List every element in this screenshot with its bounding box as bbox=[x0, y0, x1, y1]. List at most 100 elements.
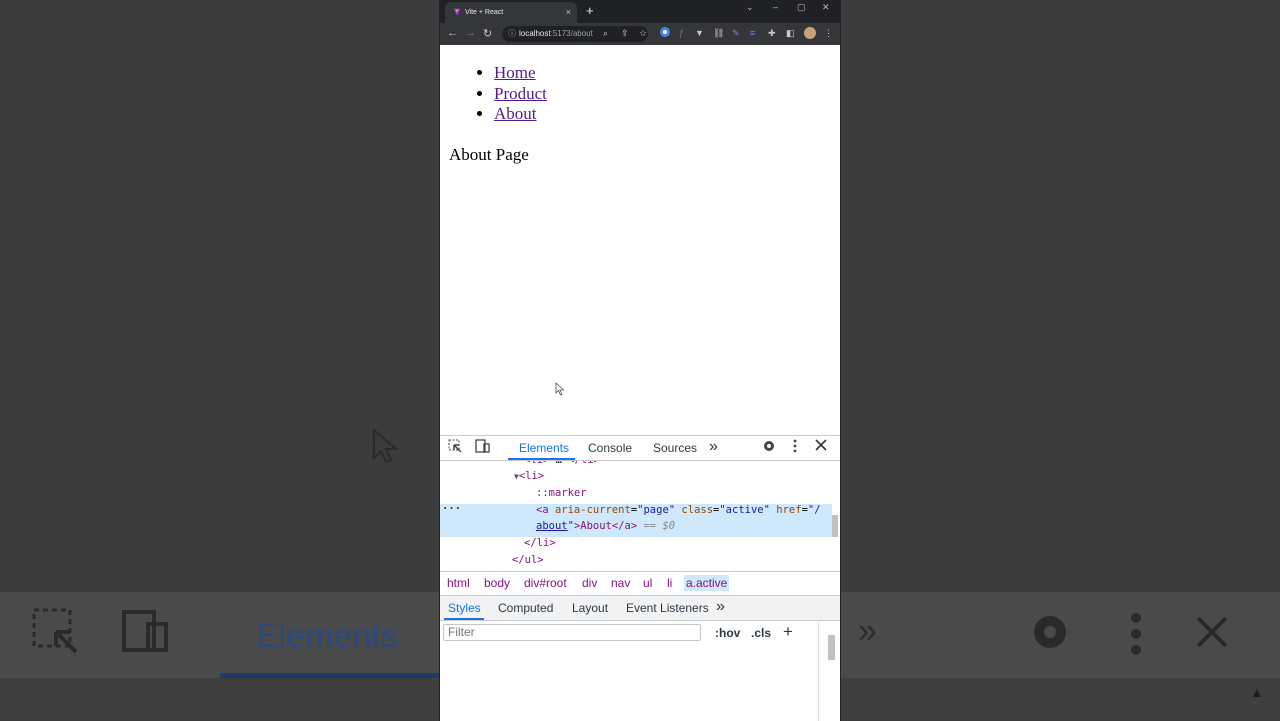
devtools-menu-icon[interactable] bbox=[792, 439, 798, 456]
styles-scrollbar[interactable] bbox=[827, 626, 835, 721]
dom-line-partial: <li> … </li> bbox=[524, 461, 600, 466]
dom-tree: <li> … </li> ▼<li> ::marker ··· <a aria-… bbox=[440, 461, 832, 569]
a-text: >About</a> bbox=[573, 520, 638, 532]
background-more-icon: » bbox=[858, 612, 877, 650]
tab-elements[interactable]: Elements bbox=[519, 441, 569, 455]
tab-close-icon[interactable]: × bbox=[566, 2, 571, 23]
background-kebab-icon bbox=[1128, 612, 1144, 665]
subtab-more-icon[interactable]: » bbox=[716, 598, 725, 616]
nav-link-home[interactable]: Home bbox=[494, 63, 536, 82]
site-info-icon[interactable]: ⓘ bbox=[508, 26, 516, 42]
crumb-a-active[interactable]: a.active bbox=[684, 575, 730, 591]
subtab-underline bbox=[444, 618, 484, 620]
subtab-event-listeners[interactable]: Event Listeners bbox=[626, 601, 709, 615]
page-viewport: Home Product About About Page bbox=[440, 45, 840, 435]
maximize-button[interactable]: ▢ bbox=[797, 2, 806, 13]
extension-f-icon[interactable]: ƒ bbox=[679, 28, 684, 38]
dom-line-li-close[interactable]: </li> bbox=[524, 537, 556, 549]
background-close-icon bbox=[1194, 614, 1230, 659]
device-toolbar-icon[interactable] bbox=[475, 439, 491, 456]
tab-sources[interactable]: Sources bbox=[653, 441, 697, 455]
share-icon[interactable]: ⇪ bbox=[621, 28, 629, 39]
crumb-div[interactable]: div bbox=[582, 576, 597, 590]
new-tab-button[interactable]: + bbox=[586, 3, 594, 18]
profile-avatar[interactable] bbox=[804, 27, 816, 41]
vite-favicon-icon bbox=[453, 8, 461, 16]
window-close-button[interactable]: ✕ bbox=[822, 2, 830, 13]
styles-divider bbox=[818, 622, 819, 721]
val-class: "active" bbox=[719, 504, 770, 516]
styles-filter-input[interactable] bbox=[443, 624, 701, 641]
attr-class: class bbox=[681, 504, 714, 516]
page-heading: About Page bbox=[449, 145, 529, 164]
extension-pen-icon[interactable]: ✎ bbox=[732, 28, 740, 39]
dom-line-anchor[interactable]: <a aria-current="page" class="active" hr… bbox=[536, 504, 821, 516]
side-panel-icon[interactable]: ◧ bbox=[786, 28, 795, 39]
hov-toggle[interactable]: :hov bbox=[715, 626, 740, 640]
nav-item-product: Product bbox=[494, 84, 547, 105]
extension-circle-icon[interactable] bbox=[659, 26, 671, 40]
browser-window: Vite + React × + ⌄ – ▢ ✕ ← → ↻ ⓘ localho… bbox=[440, 0, 840, 721]
browser-menu-icon[interactable]: ⋮ bbox=[824, 28, 833, 39]
crumb-nav[interactable]: nav bbox=[611, 576, 630, 590]
crumb-li[interactable]: li bbox=[667, 576, 672, 590]
settings-gear-icon[interactable] bbox=[762, 439, 776, 456]
background-cursor-icon bbox=[372, 427, 400, 473]
zoom-icon[interactable]: ⌕ bbox=[603, 28, 608, 39]
subtab-styles[interactable]: Styles bbox=[448, 601, 481, 615]
bookmark-star-icon[interactable]: ☆ bbox=[639, 28, 647, 39]
crumb-div-root[interactable]: div#root bbox=[524, 576, 567, 590]
dom-scrollbar[interactable] bbox=[832, 461, 838, 569]
styles-filter-bar: :hov .cls + bbox=[440, 622, 820, 646]
extensions-puzzle-icon[interactable]: ✚ bbox=[768, 28, 776, 39]
val-aria-current: "page" bbox=[637, 504, 676, 516]
background-gear-icon bbox=[1026, 608, 1074, 665]
subtab-layout[interactable]: Layout bbox=[572, 601, 608, 615]
tab-search-icon[interactable]: ⌄ bbox=[746, 2, 754, 13]
url-path: :5173/about bbox=[550, 29, 593, 38]
marker-pseudo: ::marker bbox=[536, 487, 587, 499]
minimize-button[interactable]: – bbox=[773, 2, 778, 12]
crumb-body[interactable]: body bbox=[484, 576, 510, 590]
browser-toolbar: ← → ↻ ⓘ localhost:5173/about ⌕ ⇪ ☆ ƒ ▼ ⛓… bbox=[440, 23, 840, 45]
nav-link-product[interactable]: Product bbox=[494, 84, 547, 103]
cls-toggle[interactable]: .cls bbox=[751, 626, 771, 640]
mouse-cursor-icon bbox=[555, 382, 565, 396]
browser-tab[interactable]: Vite + React × bbox=[445, 2, 577, 23]
crumb-html[interactable]: html bbox=[447, 576, 470, 590]
reload-icon[interactable]: ↻ bbox=[483, 27, 492, 40]
new-style-rule-button[interactable]: + bbox=[783, 622, 793, 642]
back-arrow-icon[interactable]: ← bbox=[447, 27, 458, 39]
li-open-tag: <li> bbox=[518, 470, 545, 482]
selected-eq-marker: == $0 bbox=[643, 520, 676, 532]
attr-aria-current: aria-current bbox=[554, 504, 631, 516]
val-href-start: "/ bbox=[807, 504, 821, 516]
dom-line-ul-close[interactable]: </ul> bbox=[512, 554, 544, 566]
a-open: <a bbox=[536, 504, 555, 516]
more-tabs-icon[interactable]: » bbox=[709, 438, 718, 456]
subtab-computed[interactable]: Computed bbox=[498, 601, 553, 615]
node-ellipsis-icon[interactable]: ··· bbox=[442, 503, 461, 515]
background-scroll-up-icon: ▲ bbox=[1250, 684, 1264, 700]
forward-arrow-icon[interactable]: → bbox=[465, 27, 476, 39]
extension-bars-icon[interactable]: ≡ bbox=[750, 28, 755, 38]
tab-console[interactable]: Console bbox=[588, 441, 632, 455]
background-inspect-icon bbox=[32, 608, 80, 665]
nav-item-home: Home bbox=[494, 63, 547, 84]
dom-line-anchor-cont[interactable]: about">About</a> == $0 bbox=[536, 520, 675, 532]
dom-line-marker[interactable]: ::marker bbox=[536, 487, 587, 499]
nav-item-about: About bbox=[494, 104, 547, 125]
title-bar: Vite + React × + ⌄ – ▢ ✕ bbox=[440, 0, 840, 23]
extension-link-icon[interactable]: ⛓ bbox=[713, 28, 724, 39]
dom-scrollbar-thumb[interactable] bbox=[832, 515, 838, 537]
val-href-link[interactable]: about bbox=[536, 520, 568, 532]
crumb-ul[interactable]: ul bbox=[643, 576, 652, 590]
nav-link-about[interactable]: About bbox=[494, 104, 537, 123]
devtools-close-icon[interactable] bbox=[815, 439, 827, 454]
devtools-panel: Elements Console Sources » <li> … </li> … bbox=[440, 435, 840, 721]
styles-scrollbar-thumb[interactable] bbox=[828, 635, 835, 660]
tab-title: Vite + React bbox=[465, 9, 504, 16]
extension-v-icon[interactable]: ▼ bbox=[695, 28, 704, 38]
dom-line-li-open[interactable]: ▼<li> bbox=[514, 470, 544, 482]
inspect-element-icon[interactable] bbox=[448, 439, 462, 456]
